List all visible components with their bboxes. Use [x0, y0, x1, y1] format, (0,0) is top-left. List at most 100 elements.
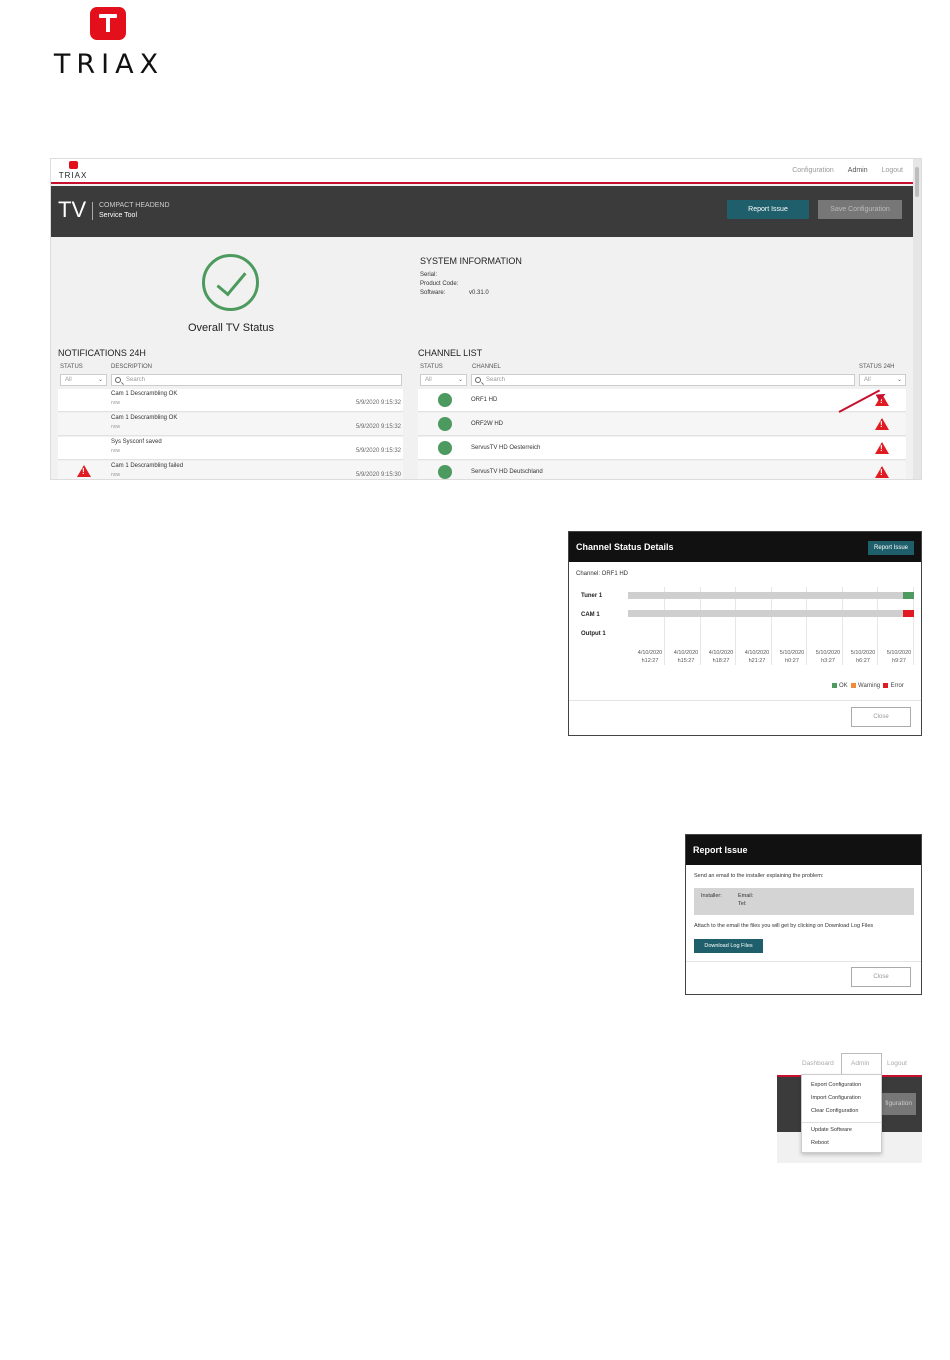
output-row-label: Output 1	[581, 631, 606, 637]
chevron-down-icon: ⌄	[457, 377, 463, 383]
time-tick: 4/10/2020 h15:27	[673, 650, 699, 664]
channel-row[interactable]: ServusTV HD Deutschland	[418, 461, 906, 479]
notifications-title: NOTIFICATIONS 24H	[58, 348, 146, 358]
nav-admin[interactable]: Admin	[851, 1060, 869, 1067]
status-ok-icon	[438, 465, 452, 479]
admin-dropdown-menu: Export Configuration Import Configuratio…	[801, 1074, 882, 1153]
software-version: v0.31.0	[469, 290, 489, 296]
triax-logo: TRIAX	[50, 7, 168, 80]
channel-name: ServusTV HD Deutschland	[471, 469, 543, 475]
status-ok-icon	[438, 441, 452, 455]
channel-status-filter[interactable]: All ⌄	[420, 374, 467, 386]
warning-icon[interactable]	[875, 442, 889, 454]
time-tick: 4/10/2020 h21:27	[744, 650, 770, 664]
channel-row[interactable]: ORF2W HD	[418, 413, 906, 436]
cam-row-label: CAM 1	[581, 612, 600, 618]
triax-t-badge-icon	[90, 7, 126, 40]
app-header: TV COMPACT HEADEND Service Tool Report I…	[51, 186, 913, 237]
ok-swatch	[832, 683, 837, 688]
notif-search-input[interactable]: Search	[111, 374, 402, 386]
channel-status-details-dialog: Channel Status Details Report Issue Chan…	[568, 531, 922, 736]
status-24h-filter[interactable]: All ⌄	[859, 374, 906, 386]
legend-warning: Warning	[858, 683, 881, 690]
dialog-divider	[569, 700, 921, 701]
dashboard-screenshot: TRIAX Configuration Admin Logout TV COMP…	[50, 158, 922, 480]
tv-title: TV	[58, 197, 87, 222]
check-circle-icon	[202, 254, 259, 311]
menu-item-clear-configuration[interactable]: Clear Configuration	[811, 1108, 858, 1114]
notif-timestamp: 5/9/2020 9:15:32	[355, 400, 401, 406]
filter-value: All	[425, 377, 432, 383]
report-issue-button[interactable]: Report Issue	[727, 200, 809, 219]
time-tick: 5/10/2020 h3:27	[815, 650, 841, 664]
dialog-divider	[686, 961, 921, 962]
channel-name: ORF1 HD	[471, 397, 498, 403]
status-24h-header: STATUS 24H	[859, 364, 895, 370]
report-issue-dialog: Report Issue Send an email to the instal…	[685, 834, 922, 995]
nav-logout[interactable]: Logout	[887, 1060, 907, 1067]
menu-item-import-configuration[interactable]: Import Configuration	[811, 1095, 861, 1101]
channel-row[interactable]: ServusTV HD Oesterreich	[418, 437, 906, 460]
chevron-down-icon: ⌄	[896, 377, 902, 383]
legend-ok: OK	[839, 683, 848, 690]
save-configuration-button[interactable]: Save Configuration	[818, 200, 902, 219]
notif-description: Sys Sysconf saved	[111, 439, 162, 445]
status-ok-icon	[438, 417, 452, 431]
nav-logout[interactable]: Logout	[882, 167, 903, 174]
notif-age: now	[111, 400, 121, 406]
admin-menu-screenshot: Dashboard Admin Logout figuration Export…	[777, 1051, 922, 1163]
top-bar: TRIAX Configuration Admin Logout	[51, 159, 913, 184]
triax-badge-icon	[69, 161, 78, 169]
notif-description: Cam 1 Descrambling OK	[111, 391, 178, 397]
notif-status-filter[interactable]: All ⌄	[60, 374, 107, 386]
report-intro: Send an email to the installer explainin…	[694, 873, 824, 879]
error-segment	[903, 610, 914, 617]
product-name: COMPACT HEADEND	[99, 202, 170, 209]
close-button[interactable]: Close	[851, 967, 911, 987]
report-issue-button[interactable]: Report Issue	[868, 541, 914, 555]
search-icon	[115, 377, 121, 383]
notif-age: now	[111, 424, 121, 430]
warning-swatch	[851, 683, 857, 688]
tuner-row-label: Tuner 1	[581, 593, 603, 599]
tel-label: Tel:	[738, 901, 747, 907]
dialog-header: Channel Status Details Report Issue	[569, 532, 921, 562]
dialog-title: Report Issue	[693, 845, 748, 855]
menu-item-export-configuration[interactable]: Export Configuration	[811, 1082, 861, 1088]
dialog-title: Channel Status Details	[576, 542, 674, 552]
installer-info-box: Installer: Email: Tel:	[694, 888, 914, 915]
channel-name-header: CHANNEL	[472, 364, 501, 370]
tuner-status-bar	[628, 592, 914, 599]
notif-timestamp: 5/9/2020 9:15:32	[355, 448, 401, 454]
notif-timestamp: 5/9/2020 9:15:32	[355, 424, 401, 430]
time-tick: 5/10/2020 h6:27	[850, 650, 876, 664]
search-placeholder: Search	[486, 377, 506, 383]
product-code-label: Product Code:	[420, 281, 459, 287]
nav-admin[interactable]: Admin	[848, 167, 868, 174]
filter-value: All	[65, 377, 72, 383]
time-tick: 4/10/2020 h18:27	[708, 650, 734, 664]
warning-icon[interactable]	[875, 418, 889, 430]
tool-name: Service Tool	[99, 212, 138, 219]
menu-item-update-software[interactable]: Update Software	[811, 1127, 852, 1133]
chevron-down-icon: ⌄	[97, 377, 103, 383]
nav-dashboard[interactable]: Dashboard	[802, 1060, 834, 1067]
scrollbar[interactable]	[913, 159, 921, 479]
attach-instructions: Attach to the email the files you will g…	[694, 923, 874, 929]
channel-status-header: STATUS	[420, 364, 443, 370]
warning-icon	[77, 465, 91, 477]
channel-row[interactable]: ORF1 HD	[418, 389, 906, 412]
download-log-files-button[interactable]: Download Log Files	[694, 939, 763, 953]
nav-configuration[interactable]: Configuration	[792, 167, 834, 174]
close-button[interactable]: Close	[851, 707, 911, 727]
serial-label: Serial:	[420, 272, 438, 278]
menu-item-reboot[interactable]: Reboot	[811, 1140, 829, 1146]
cam-status-bar	[628, 610, 914, 617]
system-info-title: SYSTEM INFORMATION	[420, 256, 522, 266]
notif-description: Cam 1 Descrambling failed	[111, 463, 184, 469]
menu-divider	[802, 1122, 881, 1123]
warning-icon[interactable]	[875, 466, 889, 478]
logo-text: TRIAX	[58, 171, 88, 180]
channel-search-input[interactable]: Search	[471, 374, 855, 386]
dialog-header: Report Issue	[686, 835, 921, 865]
